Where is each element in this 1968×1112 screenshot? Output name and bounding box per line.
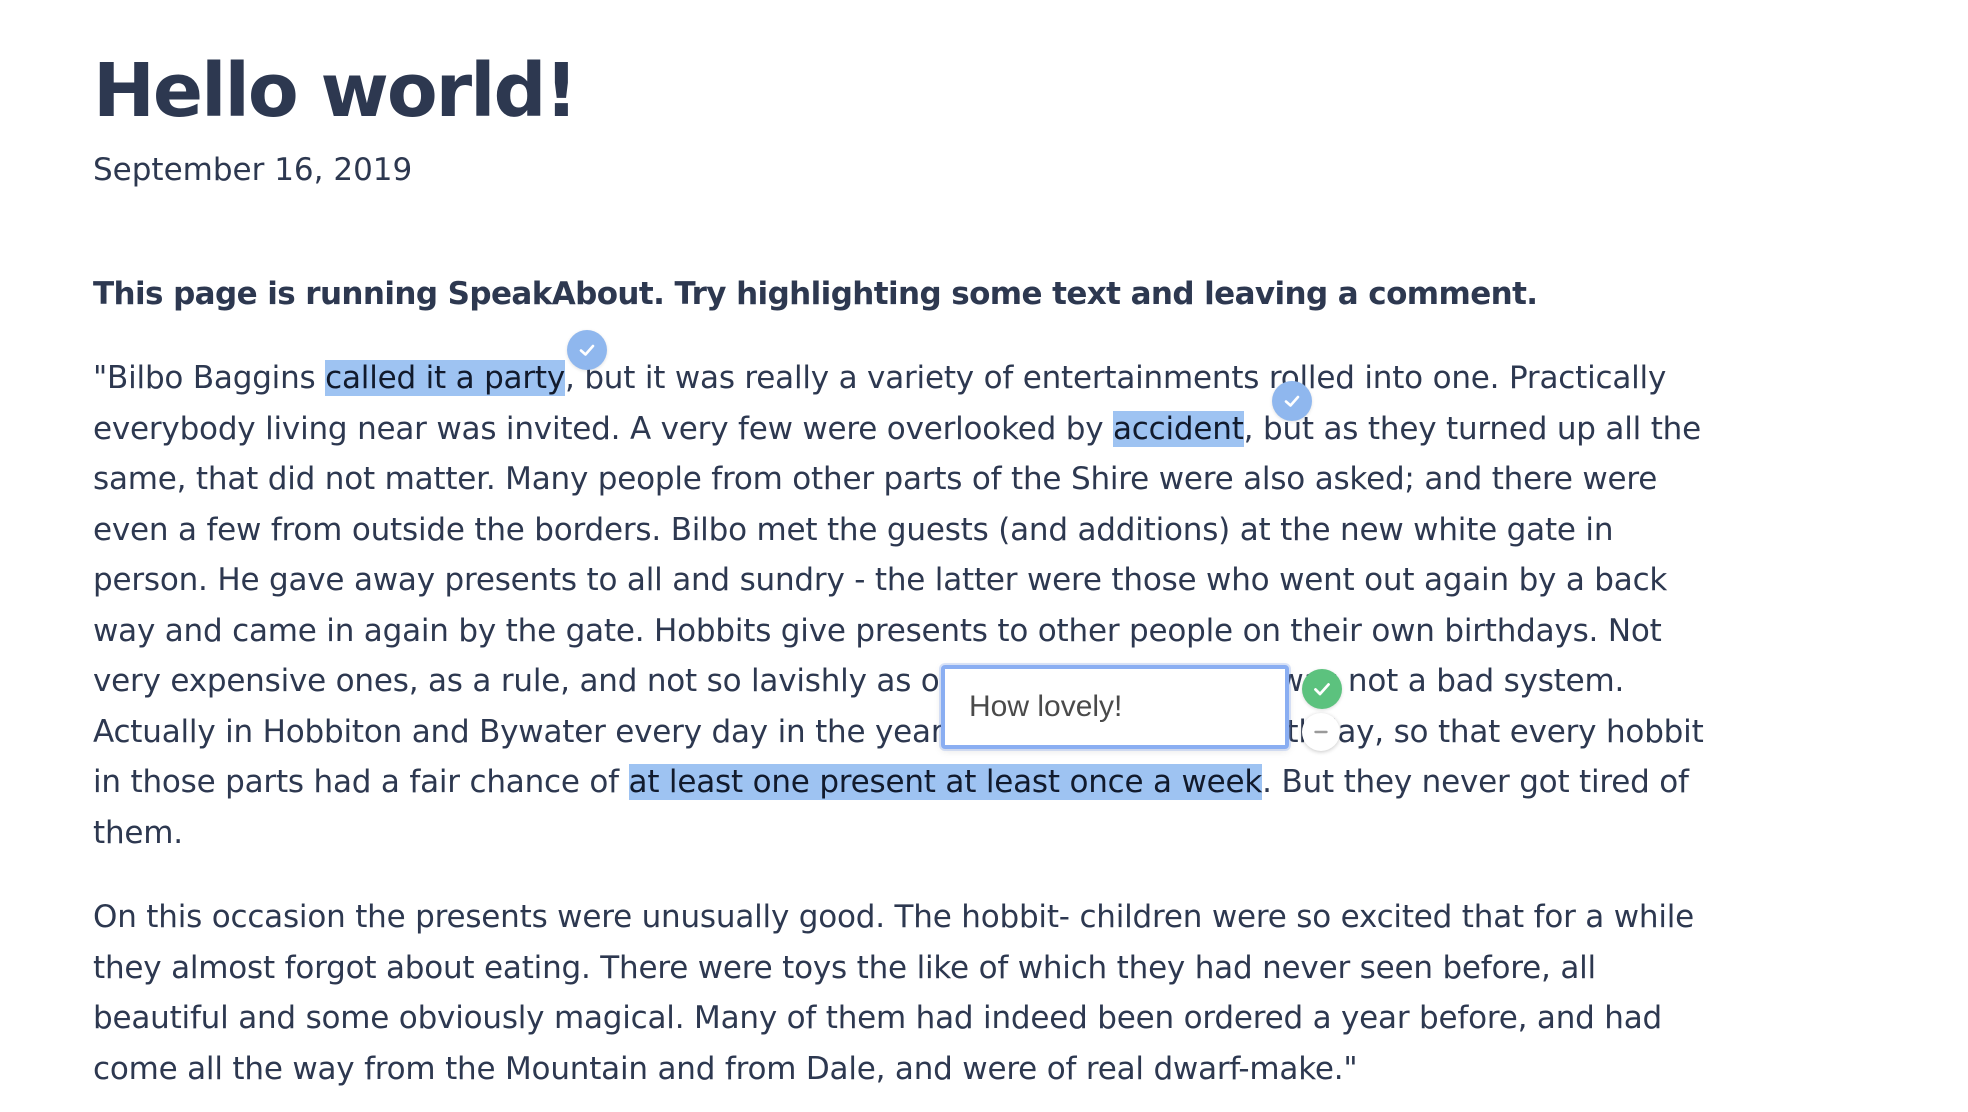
paragraph-line: person. He gave away presents to all and… (93, 562, 1668, 598)
paragraph-line: "Bilbo Baggins called it a party, but it… (93, 360, 1667, 396)
post-date: September 16, 2019 (93, 152, 413, 188)
check-icon (579, 344, 595, 356)
paragraph-line: same, that did not matter. Many people f… (93, 461, 1658, 497)
paragraph-line: On this occasion the presents were unusu… (93, 899, 1695, 935)
highlight-accident[interactable]: accident (1113, 410, 1244, 447)
paragraph-line: Actually in Hobbiton and Bywater every d… (93, 713, 1704, 750)
highlight-called-it-a-party[interactable]: called it a party (325, 360, 565, 396)
paragraph-line: in those parts had a fair chance of at l… (93, 764, 1689, 800)
intro-text: This page is running SpeakAbout. Try hig… (93, 276, 1538, 312)
paragraph-line: even a few from outside the borders. Bil… (93, 511, 1614, 548)
paragraph-line: very expensive ones, as a rule, and not … (93, 663, 1625, 699)
comment-popup (941, 665, 1289, 749)
highlight-at-least-one-present[interactable]: at least one present at least once a wee… (628, 764, 1262, 800)
paragraph-line: come all the way from the Mountain and f… (93, 1050, 1358, 1087)
paragraph-line: they almost forgot about eating. There w… (93, 949, 1596, 986)
cancel-comment-button[interactable] (1302, 713, 1340, 751)
paragraph-2: On this occasion the presents were unusu… (93, 892, 1773, 1094)
paragraph-line: everybody living near was invited. A ver… (93, 410, 1701, 447)
comment-input[interactable] (967, 689, 1271, 725)
highlight-comment-badge[interactable] (567, 330, 607, 370)
paragraph-line: way and came in again by the gate. Hobbi… (93, 612, 1662, 649)
paragraph-line: them. (93, 814, 183, 851)
paragraph-line: beautiful and some obviously magical. Ma… (93, 1000, 1663, 1036)
check-icon (1314, 683, 1330, 696)
paragraph-1: "Bilbo Baggins called it a party, but it… (93, 353, 1773, 858)
minus-icon (1314, 730, 1328, 734)
check-icon (1284, 395, 1300, 407)
post-title: Hello world! (93, 48, 578, 134)
highlight-comment-badge[interactable] (1272, 381, 1312, 421)
confirm-comment-button[interactable] (1302, 669, 1342, 709)
